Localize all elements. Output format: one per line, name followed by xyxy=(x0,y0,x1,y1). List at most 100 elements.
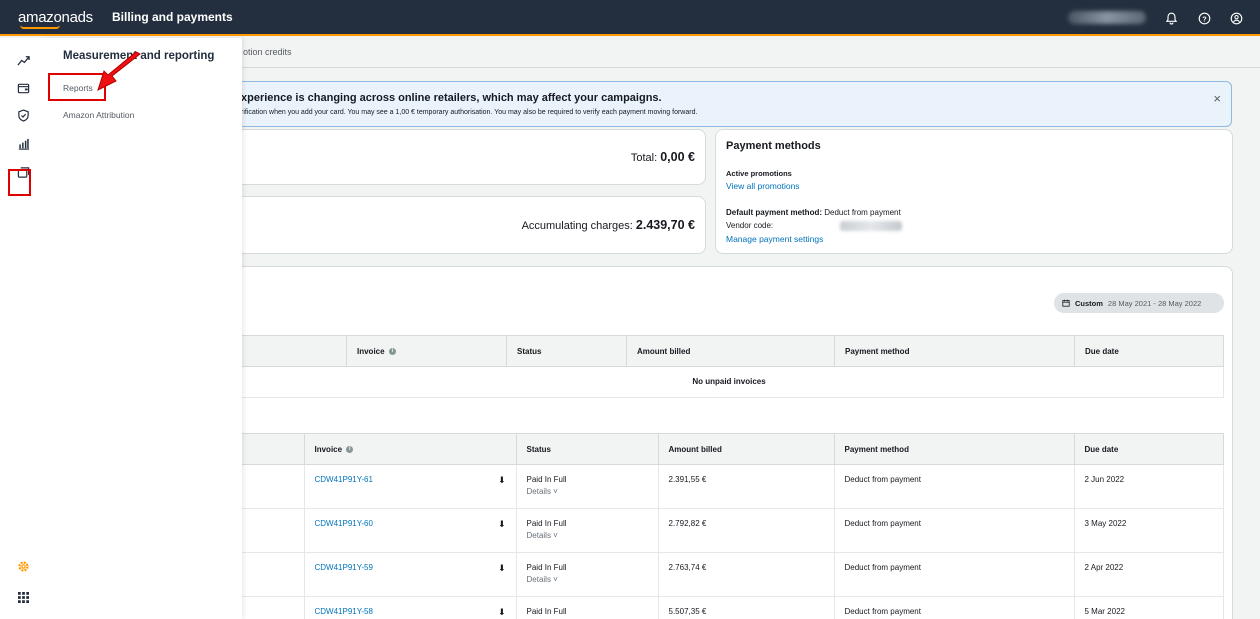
invoice-cell: CDW41P91Y-59 ⬇ xyxy=(303,552,517,597)
status-text: Paid In Full xyxy=(526,519,567,528)
trend-icon[interactable] xyxy=(16,53,30,67)
amount-cell: 2.763,74 € xyxy=(657,552,835,597)
column-header-amount[interactable]: Amount billed xyxy=(657,433,835,465)
unpaid-invoices-table: Invoice i Status Amount billed Payment m… xyxy=(234,335,1224,398)
status-cell: Paid In Full Details ˅ xyxy=(515,552,659,597)
column-header-invoice[interactable]: Invoice i xyxy=(346,335,507,367)
apps-grid-icon[interactable] xyxy=(16,590,30,604)
total-card: Total: 0,00 € xyxy=(234,129,706,185)
table-header-row: Invoice i Status Amount billed Payment m… xyxy=(234,335,1224,367)
download-icon[interactable]: ⬇ xyxy=(498,607,506,618)
view-all-promotions-link[interactable]: View all promotions xyxy=(726,181,800,191)
bell-icon[interactable] xyxy=(1162,9,1180,27)
table-header-row: Invoice i Status Amount billed Payment m… xyxy=(234,433,1224,465)
annotation-arrow xyxy=(97,51,141,91)
invoice-link[interactable]: CDW41P91Y-59 xyxy=(315,563,373,572)
app-title: Billing and payments xyxy=(112,10,233,24)
menu-item-amazon-attribution[interactable]: Amazon Attribution xyxy=(63,110,134,120)
status-text: Paid In Full xyxy=(526,607,567,616)
payment-methods-card: Payment methods Active promotions View a… xyxy=(715,129,1233,254)
column-header-payment-method[interactable]: Payment method xyxy=(834,335,1075,367)
shield-icon[interactable] xyxy=(16,108,30,122)
status-cell: Paid In Full xyxy=(515,596,659,619)
svg-text:?: ? xyxy=(1202,14,1207,23)
status-text: Paid In Full xyxy=(526,563,567,572)
column-header-status[interactable]: Status xyxy=(515,433,659,465)
column-header-blank xyxy=(234,433,304,465)
reporting-icon-highlight xyxy=(8,169,31,196)
amount-cell: 2.391,55 € xyxy=(657,464,835,509)
amazon-ads-logo[interactable]: amazonads xyxy=(18,9,93,26)
details-toggle[interactable]: Details ˅ xyxy=(527,487,648,496)
accumulating-label: Accumulating charges: xyxy=(521,220,633,232)
user-icon[interactable] xyxy=(1227,9,1245,27)
account-name-blurred[interactable] xyxy=(1068,11,1146,24)
details-toggle[interactable]: Details ˅ xyxy=(527,531,648,540)
status-cell: Paid In Full Details ˅ xyxy=(515,464,659,509)
invoice-link[interactable]: CDW41P91Y-58 xyxy=(315,607,373,616)
amount-cell: 5.507,35 € xyxy=(657,596,835,619)
close-icon[interactable]: × xyxy=(1213,91,1221,106)
total-value: 0,00 € xyxy=(660,150,695,164)
active-promotions-label: Active promotions xyxy=(726,169,792,178)
total-summary: Total: 0,00 € xyxy=(631,150,695,164)
due-date-cell: 3 May 2022 xyxy=(1073,508,1224,553)
wallet-icon[interactable] xyxy=(16,81,30,95)
default-payment-method: Default payment method: Deduct from paym… xyxy=(726,208,901,217)
row-spacer xyxy=(234,596,305,619)
status-text: Paid In Full xyxy=(526,475,567,484)
payment-method-cell: Deduct from payment xyxy=(833,508,1075,553)
logo-smile xyxy=(20,25,60,29)
help-icon[interactable]: ? xyxy=(1195,9,1213,27)
vendor-code-label: Vendor code: xyxy=(726,221,774,230)
column-header-payment-method[interactable]: Payment method xyxy=(833,433,1075,465)
accumulating-summary: Accumulating charges: 2.439,70 € xyxy=(522,218,695,232)
column-header-blank xyxy=(234,335,347,367)
payment-methods-title: Payment methods xyxy=(726,140,821,152)
table-row: CDW41P91Y-61 ⬇ Paid In Full Details ˅ 2.39… xyxy=(234,464,1224,509)
manage-payment-settings-link[interactable]: Manage payment settings xyxy=(726,234,823,244)
no-unpaid-invoices-message: No unpaid invoices xyxy=(234,366,1224,398)
due-date-cell: 2 Jun 2022 xyxy=(1073,464,1224,509)
payment-method-cell: Deduct from payment xyxy=(833,552,1075,597)
default-payment-value: Deduct from payment xyxy=(824,208,901,217)
date-range-value: 28 May 2021 - 28 May 2022 xyxy=(1107,298,1202,308)
alert-body: rification when you add your card. You m… xyxy=(241,109,698,116)
column-header-invoice[interactable]: Invoice i xyxy=(303,433,517,465)
invoice-link[interactable]: CDW41P91Y-61 xyxy=(315,475,373,484)
date-range-picker[interactable]: Custom 28 May 2021 - 28 May 2022 xyxy=(1054,293,1224,313)
invoice-cell: CDW41P91Y-58 ⬇ xyxy=(303,596,517,619)
table-row: CDW41P91Y-59 ⬇ Paid In Full Details ˅ 2.76… xyxy=(234,552,1224,597)
default-payment-label: Default payment method: xyxy=(726,208,823,217)
column-header-due-date[interactable]: Due date xyxy=(1073,433,1224,465)
due-date-cell: 2 Apr 2022 xyxy=(1073,552,1224,597)
bar-chart-icon[interactable] xyxy=(16,136,30,150)
measurement-reporting-flyout: Measurement and reporting Reports Amazon… xyxy=(40,38,242,619)
payment-method-cell: Deduct from payment xyxy=(833,464,1075,509)
amount-cell: 2.792,82 € xyxy=(657,508,835,553)
download-icon[interactable]: ⬇ xyxy=(498,475,506,486)
details-toggle[interactable]: Details ˅ xyxy=(527,575,648,584)
column-header-status[interactable]: Status xyxy=(506,335,627,367)
status-cell: Paid In Full Details ˅ xyxy=(515,508,659,553)
invoice-link[interactable]: CDW41P91Y-60 xyxy=(315,519,373,528)
settings-icon[interactable] xyxy=(16,559,30,573)
top-bar: amazonads Billing and payments ? xyxy=(0,0,1260,36)
column-header-due-date[interactable]: Due date xyxy=(1074,335,1224,367)
table-row: CDW41P91Y-60 ⬇ Paid In Full Details ˅ 2.79… xyxy=(234,508,1224,553)
column-header-amount[interactable]: Amount billed xyxy=(626,335,835,367)
info-icon[interactable]: i xyxy=(346,445,354,453)
tab-promotion-credits[interactable]: otion credits xyxy=(243,47,292,57)
empty-row: No unpaid invoices xyxy=(234,366,1224,398)
info-icon[interactable]: i xyxy=(388,347,396,355)
vendor-code-blurred xyxy=(840,221,902,231)
total-label: Total: xyxy=(630,152,658,164)
accumulating-card: Accumulating charges: 2.439,70 € xyxy=(234,196,706,254)
table-row: CDW41P91Y-58 ⬇ Paid In Full 5.507,35 € De… xyxy=(234,596,1224,619)
payment-method-cell: Deduct from payment xyxy=(833,596,1075,619)
row-spacer xyxy=(234,552,305,597)
left-icon-rail xyxy=(0,38,40,619)
download-icon[interactable]: ⬇ xyxy=(498,563,506,574)
calendar-icon xyxy=(1062,299,1070,307)
download-icon[interactable]: ⬇ xyxy=(498,519,506,530)
